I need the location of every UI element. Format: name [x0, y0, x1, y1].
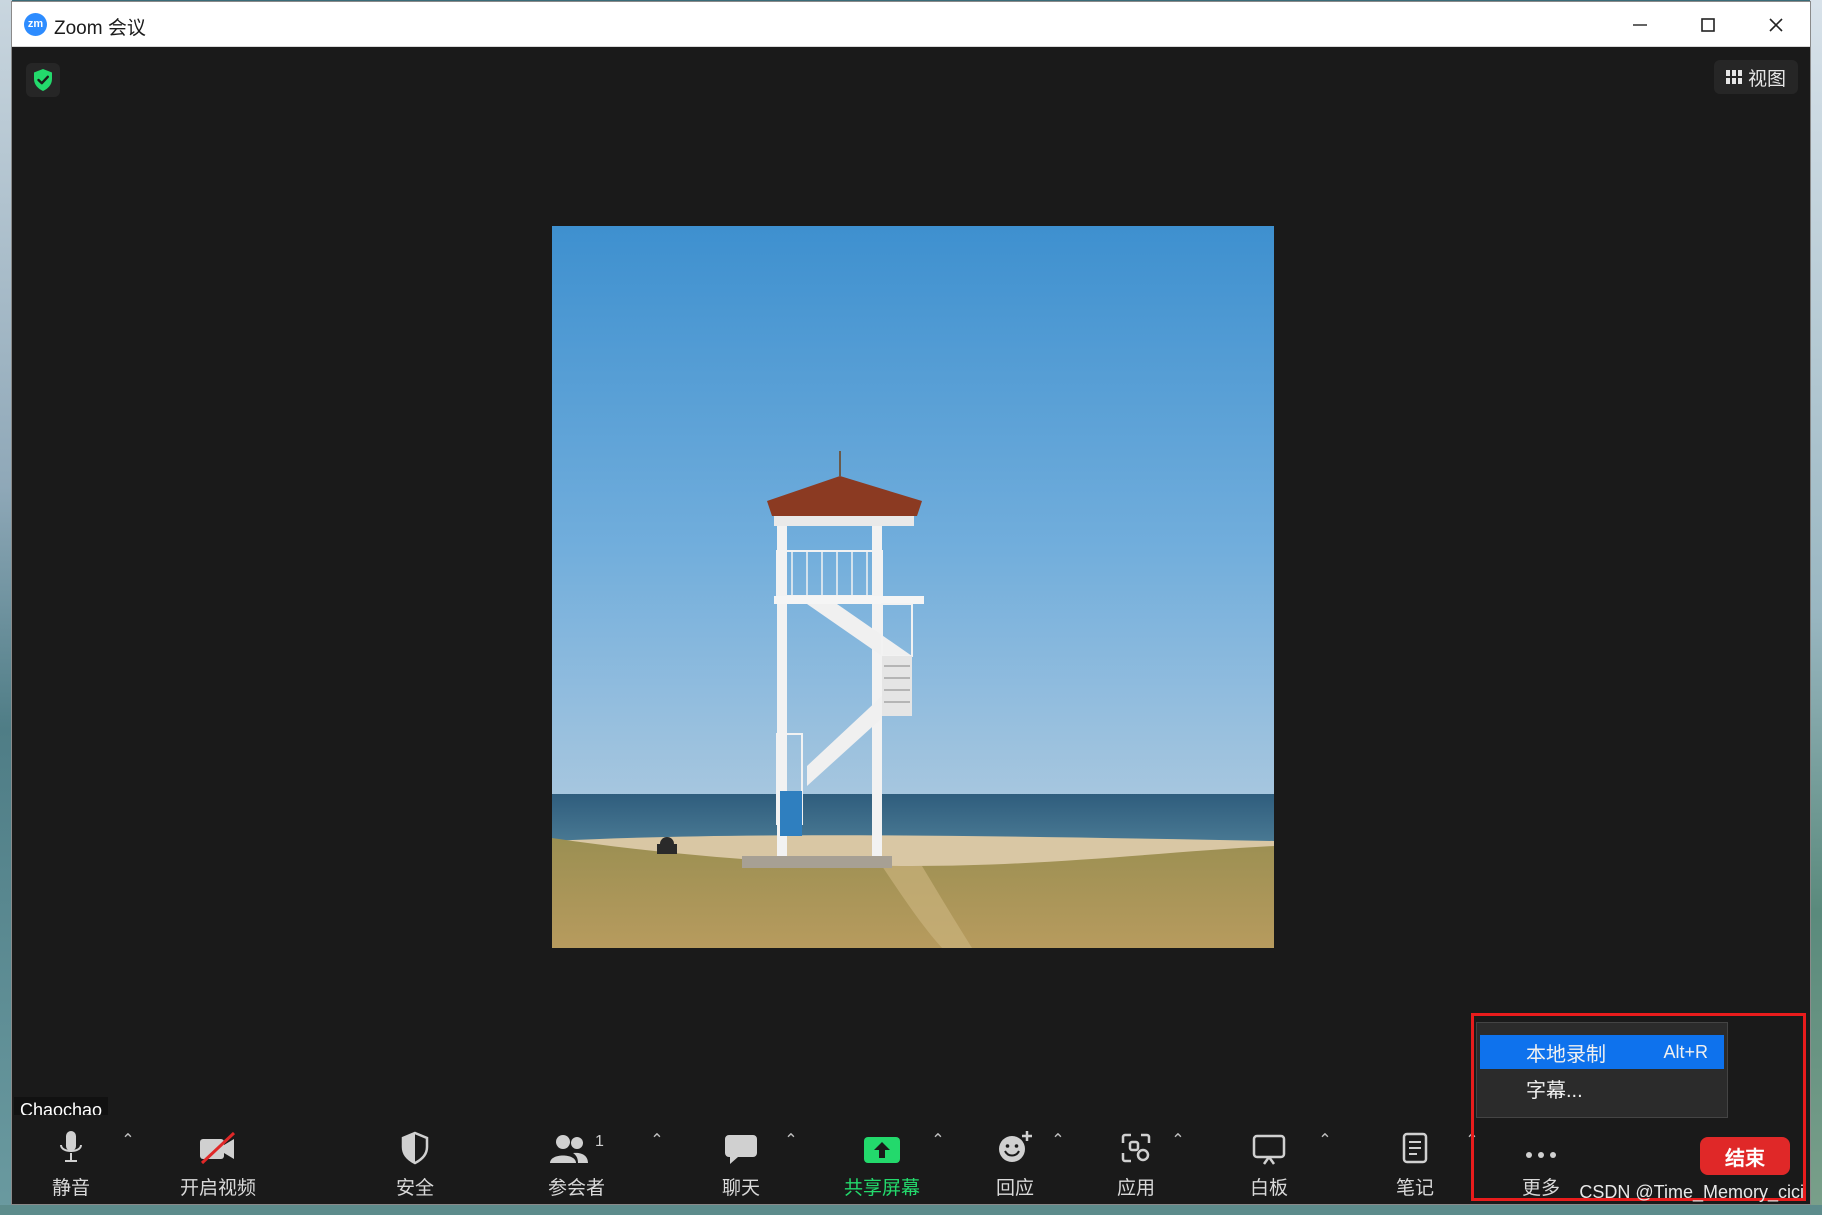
close-icon	[1769, 17, 1783, 32]
view-button[interactable]: 视图	[1713, 60, 1798, 94]
grid-view-icon	[1725, 70, 1742, 84]
reactions-options-caret[interactable]: ⌃	[1050, 1133, 1066, 1149]
window-title: Zoom 会议	[54, 18, 146, 39]
chat-label: 聊天	[722, 1178, 761, 1199]
mute-label: 静音	[52, 1178, 91, 1199]
more-label: 更多	[1522, 1178, 1561, 1199]
menu-item-shortcut: Alt+R	[1663, 1041, 1708, 1062]
minimize-icon	[1633, 23, 1647, 26]
maximize-icon	[1701, 17, 1715, 32]
apps-label: 应用	[1117, 1178, 1156, 1199]
menu-item-label: 字幕...	[1526, 1079, 1583, 1102]
participants-button[interactable]: 1 参会者	[548, 1115, 605, 1204]
view-button-label: 视图	[1747, 68, 1786, 90]
watermark: CSDN @Time_Memory_cici	[1579, 1182, 1804, 1202]
desktop-background-right	[1810, 0, 1822, 1215]
minimize-button[interactable]	[1606, 2, 1674, 47]
chat-bubble-icon	[725, 1135, 757, 1164]
more-button[interactable]: 更多	[1522, 1115, 1560, 1204]
start-video-button[interactable]: 开启视频	[180, 1115, 256, 1204]
audio-options-caret[interactable]: ⌃	[120, 1133, 136, 1149]
chat-options-caret[interactable]: ⌃	[783, 1133, 799, 1149]
share-screen-icon	[864, 1137, 900, 1163]
participants-label: 参会者	[548, 1178, 606, 1199]
whiteboard-label: 白板	[1250, 1178, 1289, 1199]
share-screen-button[interactable]: 共享屏幕	[844, 1115, 920, 1204]
apps-button[interactable]: 应用	[1117, 1115, 1155, 1204]
menu-item-captions[interactable]: 字幕...	[1480, 1071, 1724, 1105]
share-screen-label: 共享屏幕	[844, 1178, 921, 1199]
maximize-button[interactable]	[1674, 2, 1742, 47]
video-stage: 视图 Chaochao	[12, 47, 1810, 1124]
security-indicator[interactable]	[26, 63, 60, 97]
title-bar[interactable]: zm Zoom 会议	[12, 2, 1810, 47]
notes-button[interactable]: 笔记	[1396, 1115, 1434, 1204]
desktop-background-bottom	[0, 1205, 1822, 1215]
whiteboard-options-caret[interactable]: ⌃	[1317, 1133, 1333, 1149]
participant-profile-picture	[552, 226, 1274, 948]
emoji-reaction-icon	[999, 1131, 1032, 1162]
participants-icon	[550, 1135, 589, 1163]
zoom-app-icon: zm	[24, 13, 47, 36]
video-off-icon	[200, 1131, 236, 1165]
end-meeting-button[interactable]: 结束	[1700, 1137, 1790, 1175]
whiteboard-icon	[1252, 1134, 1286, 1165]
start-video-label: 开启视频	[180, 1178, 257, 1199]
shield-icon	[401, 1131, 429, 1165]
participants-options-caret[interactable]: ⌃	[649, 1133, 665, 1149]
security-button[interactable]: 安全	[396, 1115, 434, 1204]
share-options-caret[interactable]: ⌃	[930, 1133, 946, 1149]
menu-item-local-recording[interactable]: 本地录制 Alt+R	[1480, 1035, 1724, 1069]
notes-label: 笔记	[1396, 1178, 1435, 1199]
notes-icon	[1402, 1132, 1428, 1164]
apps-icon	[1121, 1133, 1151, 1163]
close-button[interactable]	[1742, 2, 1810, 47]
meeting-toolbar: 静音 ⌃ 开启视频 安全 1 参会者 ⌃ 聊天 ⌃ 共享屏幕 ⌃ 回应 ⌃ 应用…	[12, 1115, 1810, 1204]
more-dropdown-menu: 本地录制 Alt+R 字幕...	[1476, 1022, 1728, 1118]
chat-button[interactable]: 聊天	[722, 1115, 760, 1204]
participants-count: 1	[595, 1133, 604, 1150]
security-label: 安全	[396, 1178, 435, 1199]
notes-options-caret[interactable]: ⌃	[1464, 1133, 1480, 1149]
whiteboard-button[interactable]: 白板	[1250, 1115, 1288, 1204]
shield-check-icon	[34, 69, 52, 91]
mute-button[interactable]: 静音	[52, 1115, 90, 1204]
microphone-icon	[60, 1131, 82, 1162]
reactions-label: 回应	[996, 1178, 1035, 1199]
reactions-button[interactable]: 回应	[996, 1115, 1034, 1204]
apps-options-caret[interactable]: ⌃	[1170, 1133, 1186, 1149]
more-dots-icon	[1526, 1152, 1556, 1158]
menu-item-label: 本地录制	[1526, 1043, 1606, 1066]
